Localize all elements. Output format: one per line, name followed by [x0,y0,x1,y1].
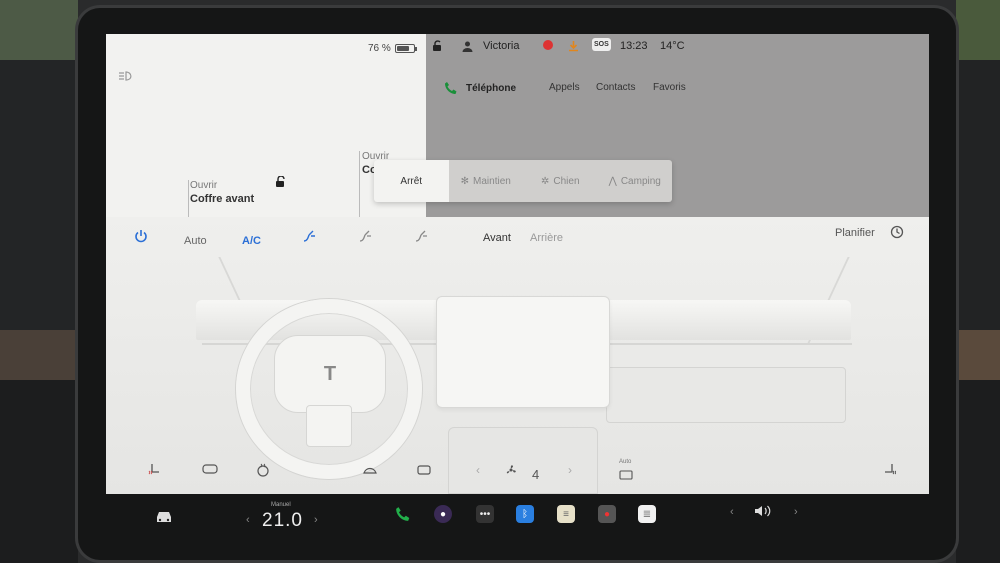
status-bar: Victoria SOS 13:23 14°C [426,34,929,60]
user-icon [462,41,473,52]
climate-keep-mode-menu: Arrêt ✻ Maintien ✲ Chien ⋀ Camping [374,160,672,202]
tab-contacts[interactable]: Contacts [596,82,635,93]
dashcam-icon[interactable]: ● [598,505,616,523]
schedule-icon[interactable] [890,225,904,242]
tent-icon: ⋀ [608,175,617,187]
fan-increase-button[interactable]: › [568,463,572,477]
tab-front[interactable]: Avant [483,232,511,244]
seat-heater-left-icon[interactable] [148,463,162,480]
volume-decrease-button[interactable]: ‹ [730,506,734,518]
mode-camp[interactable]: ⋀ Camping [598,160,673,202]
recirculate-icon[interactable] [619,469,633,483]
tab-favorites[interactable]: Favoris [653,82,686,93]
front-trunk-action: Ouvrir [190,180,218,191]
calendar-app-icon[interactable]: ≣ [638,505,656,523]
driver-name: Victoria [483,40,520,52]
seat-heater-right-icon[interactable] [882,463,897,480]
mode-off[interactable]: Arrêt [374,160,449,202]
front-defrost-icon[interactable] [362,463,378,480]
download-icon[interactable] [568,40,579,52]
paw-icon: ✲ [540,175,550,187]
phone-title: Téléphone [466,83,517,94]
fan-icon: ✻ [460,175,470,187]
cabin-temperature[interactable]: 21.0 [262,510,303,532]
background-right [956,0,1000,563]
steering-heater-icon[interactable] [256,463,270,480]
tab-rear[interactable]: Arrière [530,232,563,244]
fan-speed: 4 [532,467,540,482]
battery-icon [394,44,417,53]
temp-decrease-button[interactable]: ‹ [246,514,250,526]
background-left [0,0,78,563]
mode-dog[interactable]: ✲ Chien [523,160,598,202]
airflow-face-icon[interactable] [358,229,372,246]
temp-increase-button[interactable]: › [314,514,318,526]
fan-decrease-button[interactable]: ‹ [476,463,480,477]
tab-calls[interactable]: Appels [549,82,580,93]
sos-button[interactable]: SOS [592,38,611,51]
battery-indicator: 76 % [368,43,417,54]
front-trunk-button[interactable]: Ouvrir Coffre avant [190,180,254,205]
ac-button[interactable]: A/C [242,235,261,247]
more-apps-icon[interactable]: ••• [476,505,494,523]
volume-icon[interactable] [754,504,772,521]
power-icon[interactable] [134,229,148,246]
touchscreen: 76 % Ouvrir Coffre avant Ouvrir Co Victo… [106,34,929,494]
auto-button[interactable]: Auto [184,235,207,247]
record-icon[interactable] [543,40,553,50]
airflow-defrost-icon[interactable] [414,229,428,246]
temp-mode: Manuel [271,502,291,508]
rear-window-defrost-icon[interactable] [416,463,432,480]
phone-app-icon[interactable] [394,505,412,523]
clock: 13:23 [620,40,648,52]
notes-app-icon[interactable]: ≡ [557,505,575,523]
fan-icon [504,463,518,480]
airflow-feet-icon[interactable] [302,229,316,246]
volume-increase-button[interactable]: › [794,506,798,518]
bluetooth-icon[interactable]: ᛒ [516,505,534,523]
battery-percent: 76 % [368,43,391,54]
unlock-icon[interactable] [275,175,287,187]
camera-app-icon[interactable]: ● [434,505,452,523]
phone-icon [444,81,458,98]
headlights-icon[interactable] [118,70,136,82]
car-icon[interactable] [154,510,174,527]
mode-keep[interactable]: ✻ Maintien [449,160,524,202]
lock-status-icon[interactable] [432,40,443,52]
auto-indicator: Auto [619,459,632,465]
front-trunk-label: Coffre avant [190,193,255,205]
driver-profile[interactable]: Victoria [462,40,519,52]
outside-temperature: 14°C [660,40,685,52]
rear-defrost-icon[interactable] [202,463,218,478]
schedule-button[interactable]: Planifier [835,227,875,239]
climate-panel: T Auto A/C Avant Arrière Planifier ‹ 4 ›… [106,217,929,494]
